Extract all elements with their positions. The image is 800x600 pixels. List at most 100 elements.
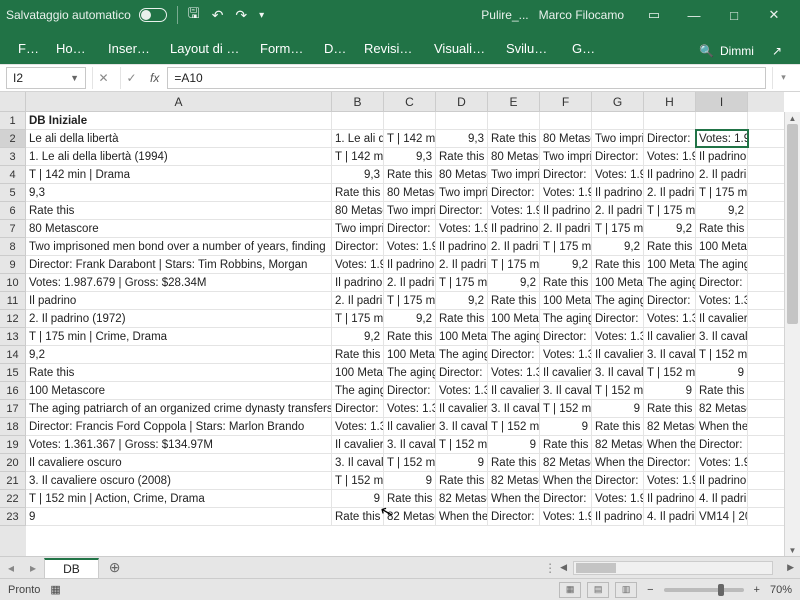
cell[interactable]: 9,2 <box>644 220 696 237</box>
cell[interactable]: T | 152 min <box>592 382 644 399</box>
row-header-21[interactable]: 21 <box>0 472 26 490</box>
cell[interactable]: Votes: 1.361 <box>436 382 488 399</box>
cell[interactable]: Il padrino <box>436 238 488 255</box>
cell[interactable]: Il padrino <box>384 256 436 273</box>
cell[interactable]: Votes: 1.987 <box>384 238 436 255</box>
cell[interactable]: The aging <box>696 256 748 273</box>
zoom-out-button[interactable]: − <box>643 584 657 596</box>
cell[interactable]: 100 Metascore <box>26 382 332 399</box>
cell[interactable]: 9,2 <box>696 202 748 219</box>
cell[interactable]: Votes: 1.987 <box>488 202 540 219</box>
cell[interactable]: Two imprisoned <box>592 130 644 147</box>
cell[interactable]: Rate this <box>332 508 384 525</box>
row-header-1[interactable]: 1 <box>0 112 26 130</box>
cell[interactable]: Two imprisoned men bond over a number of… <box>26 238 332 255</box>
cell[interactable]: Votes: 1.987 <box>592 166 644 183</box>
cell[interactable]: Director: <box>488 508 540 525</box>
cell[interactable]: Rate this <box>540 274 592 291</box>
cell[interactable]: 3. Il cavaliere <box>540 382 592 399</box>
cell[interactable] <box>332 112 384 129</box>
cell[interactable]: Votes: 1.361 <box>332 418 384 435</box>
fx-icon[interactable]: fx <box>150 71 159 85</box>
row-header-20[interactable]: 20 <box>0 454 26 472</box>
toggle-switch-icon[interactable] <box>139 8 167 22</box>
row-header-2[interactable]: 2 <box>0 130 26 148</box>
cell[interactable]: 9 <box>436 454 488 471</box>
tab-file[interactable]: File <box>8 35 46 64</box>
cell[interactable]: Director: <box>332 400 384 417</box>
cell[interactable]: Votes: 1.987 <box>540 184 592 201</box>
cell[interactable]: Rate this <box>384 328 436 345</box>
cell[interactable]: Director: Francis Ford Coppola | Stars: … <box>26 418 332 435</box>
cell[interactable]: Director: <box>436 364 488 381</box>
cell[interactable]: T | 175 min <box>540 238 592 255</box>
cell[interactable]: 9 <box>540 418 592 435</box>
spreadsheet-grid[interactable]: ABCDEFGHI 123456789101112131415161718192… <box>0 92 800 556</box>
cell[interactable] <box>696 112 748 129</box>
cell[interactable]: 9 <box>332 490 384 507</box>
hscroll-right-icon[interactable]: ▶ <box>787 562 794 573</box>
cell[interactable]: Director: <box>540 166 592 183</box>
scroll-up-icon[interactable]: ▲ <box>785 112 800 124</box>
cell[interactable]: The aging <box>644 274 696 291</box>
cell[interactable]: T | 175 min | Crime, Drama <box>26 328 332 345</box>
row-header-16[interactable]: 16 <box>0 382 26 400</box>
row-header-17[interactable]: 17 <box>0 400 26 418</box>
cell[interactable]: VM14 | 202 <box>696 508 748 525</box>
cell[interactable]: Il padrino <box>644 166 696 183</box>
cell[interactable]: Il cavaliere <box>644 328 696 345</box>
cell[interactable]: 9,2 <box>436 292 488 309</box>
cell[interactable]: Director: <box>644 130 696 147</box>
cell[interactable]: Il cavaliere <box>332 436 384 453</box>
formula-input[interactable]: =A10 <box>167 67 766 89</box>
cell[interactable]: T | 152 min <box>332 472 384 489</box>
minimize-button[interactable]: — <box>674 0 714 30</box>
cell[interactable]: T | 152 min <box>436 436 488 453</box>
row-header-11[interactable]: 11 <box>0 292 26 310</box>
ribbon-display-icon[interactable]: ▭ <box>634 0 674 30</box>
cell[interactable]: 2. Il padrino (1972) <box>26 310 332 327</box>
cell[interactable]: Rate this <box>696 220 748 237</box>
cell[interactable]: T | 175 min <box>488 256 540 273</box>
cell[interactable]: 9 <box>384 472 436 489</box>
cell[interactable]: Director: <box>592 148 644 165</box>
cell[interactable]: 82 Metascore <box>540 454 592 471</box>
column-header-C[interactable]: C <box>384 92 436 112</box>
name-box[interactable]: I2 ▼ <box>6 67 86 89</box>
cell[interactable]: Votes: 1.962 <box>696 454 748 471</box>
horizontal-scrollbar[interactable] <box>573 561 773 575</box>
cell[interactable]: When the <box>644 436 696 453</box>
cell[interactable]: Director: <box>488 184 540 201</box>
view-normal-button[interactable]: ▦ <box>559 582 581 598</box>
cell[interactable]: 9 <box>696 364 748 381</box>
row-header-19[interactable]: 19 <box>0 436 26 454</box>
cell[interactable]: 100 Metascore <box>540 292 592 309</box>
row-header-10[interactable]: 10 <box>0 274 26 292</box>
cell[interactable]: 9 <box>592 400 644 417</box>
cell[interactable]: Votes: 1.361 <box>592 328 644 345</box>
cell[interactable]: Two imprisoned <box>436 184 488 201</box>
cell[interactable]: Rate this <box>540 436 592 453</box>
cell[interactable]: 82 Metascore <box>384 508 436 525</box>
cell[interactable]: 80 Metascore <box>332 202 384 219</box>
cell[interactable]: 3. Il cavaliere <box>332 454 384 471</box>
cell[interactable]: Votes: 1.962 <box>644 472 696 489</box>
row-header-6[interactable]: 6 <box>0 202 26 220</box>
row-header-7[interactable]: 7 <box>0 220 26 238</box>
cell[interactable]: 1. Le ali della libertà (1994) <box>26 148 332 165</box>
cell[interactable]: T | 175 min <box>332 310 384 327</box>
cell[interactable]: 3. Il cavaliere <box>436 418 488 435</box>
cell[interactable]: 82 Metascore <box>644 418 696 435</box>
hscroll-thumb[interactable] <box>576 563 616 573</box>
sheet-nav-prev-icon[interactable]: ◂ <box>0 561 22 575</box>
cell[interactable]: The aging <box>488 328 540 345</box>
hscroll-left-icon[interactable]: ◀ <box>560 562 567 573</box>
cell[interactable]: T | 142 min <box>384 130 436 147</box>
cell[interactable]: 2. Il padrino <box>592 202 644 219</box>
cell[interactable]: Il padrino <box>488 220 540 237</box>
scroll-thumb[interactable] <box>787 124 798 324</box>
row-header-9[interactable]: 9 <box>0 256 26 274</box>
zoom-in-button[interactable]: + <box>750 584 764 596</box>
share-button[interactable]: ↗ <box>762 38 792 64</box>
cell[interactable]: DB Iniziale <box>26 112 332 129</box>
